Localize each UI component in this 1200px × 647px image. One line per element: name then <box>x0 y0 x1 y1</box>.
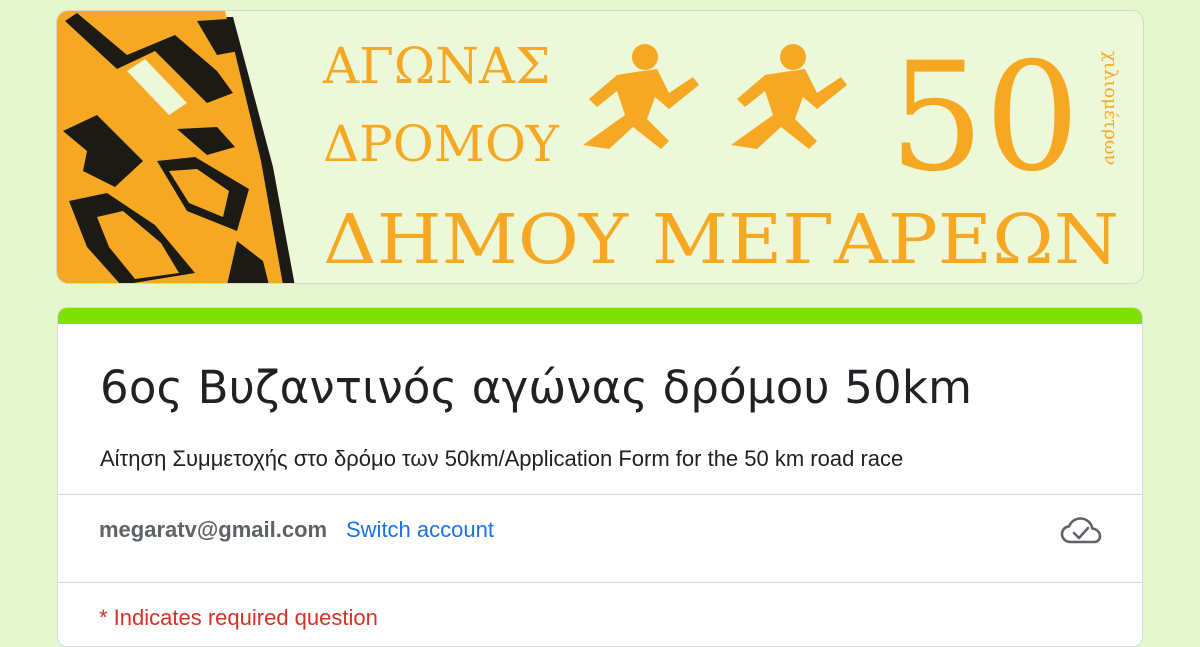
banner-distance-number: 50 <box>889 31 1080 205</box>
account-email: megaratv@gmail.com <box>99 517 328 542</box>
form-header-card: 6ος Βυζαντινός αγώνας δρόμου 50km Αίτηση… <box>57 307 1143 647</box>
form-title: 6ος Βυζαντινός αγώνας δρόμου 50km <box>100 361 973 414</box>
required-question-note: * Indicates required question <box>99 605 378 630</box>
account-section: megaratv@gmail.com Switch account <box>58 495 1142 583</box>
theme-accent-bar <box>58 308 1142 324</box>
banner-line-agonas: ΑΓΩΝΑΣ <box>322 37 550 95</box>
cloud-saved-icon[interactable] <box>1060 515 1102 547</box>
banner-line-dromou: ΔΡΟΜΟΥ <box>323 115 560 173</box>
header-banner-image: ΑΓΩΝΑΣ ΔΡΟΜΟΥ ΔΗΜΟΥ ΜΕΓΑΡΕΩΝ 50 χιλιομέτ… <box>56 10 1144 284</box>
switch-account-link[interactable]: Switch account <box>346 517 494 543</box>
banner-distance-unit: χιλιομέτρων <box>1100 51 1121 165</box>
form-description: Αίτηση Συμμετοχής στο δρόμο των 50km/App… <box>100 446 904 471</box>
form-title-section: 6ος Βυζαντινός αγώνας δρόμου 50km Αίτηση… <box>58 324 1142 495</box>
banner-line-dimou-megareon: ΔΗΜΟΥ ΜΕΓΑΡΕΩΝ <box>323 201 1119 280</box>
